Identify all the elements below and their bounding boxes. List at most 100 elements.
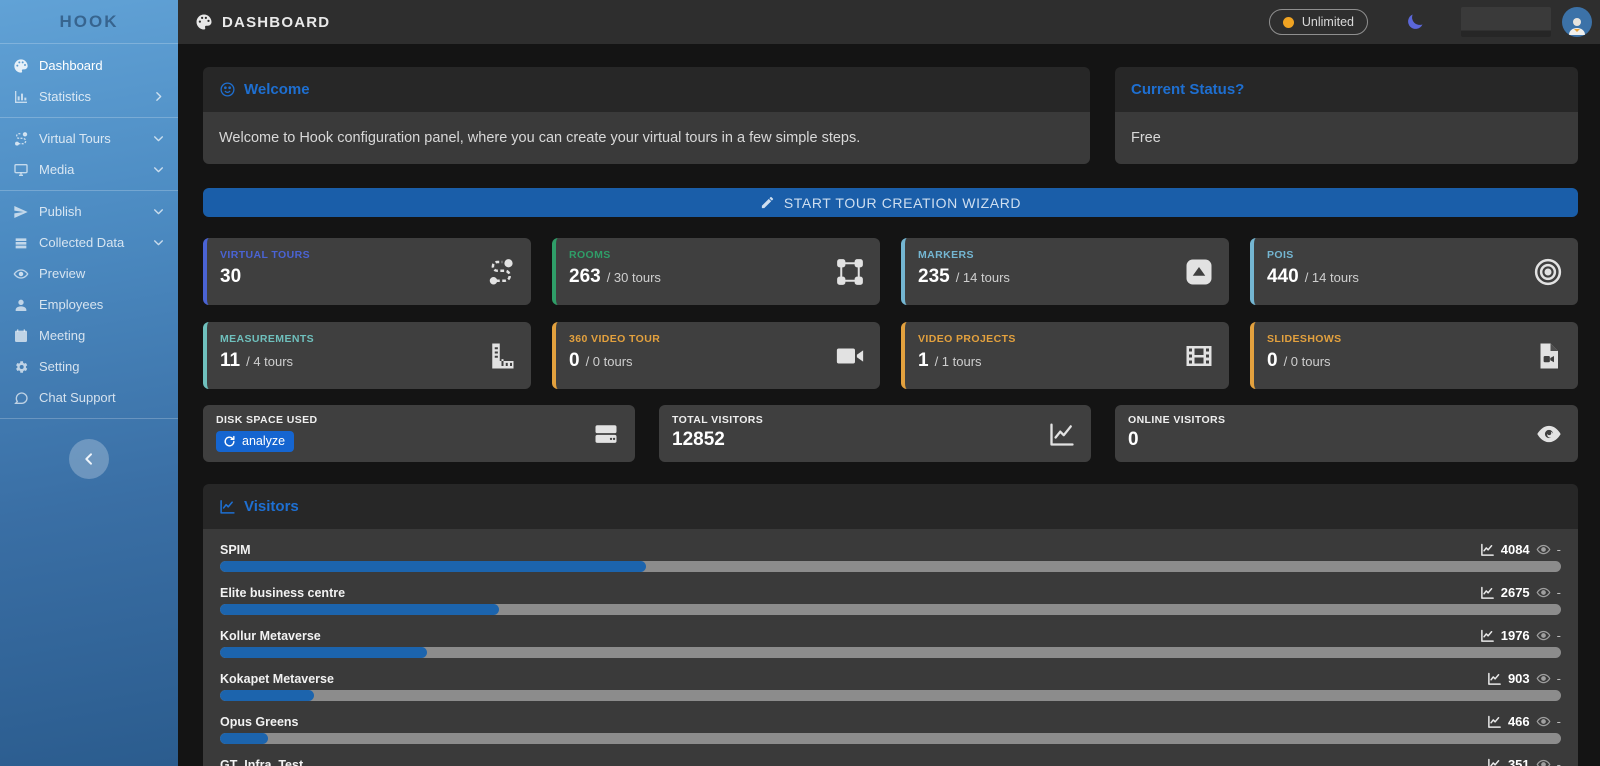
sidebar-item-setting[interactable]: Setting — [0, 351, 178, 382]
sidebar-item-label: Collected Data — [39, 235, 124, 250]
stat-label: SLIDESHOWS — [1267, 333, 1532, 345]
eye-icon[interactable] — [1536, 714, 1551, 729]
stat-value: 1 — [918, 350, 929, 372]
visitor-dash: - — [1557, 757, 1561, 766]
disk-space-label: DISK SPACE USED — [216, 414, 589, 426]
calendar-icon — [13, 328, 29, 344]
sidebar-item-label: Preview — [39, 266, 85, 281]
sidebar-item-label: Setting — [39, 359, 79, 374]
stat-suffix: / 1 tours — [935, 354, 982, 369]
visitor-bar-fill — [220, 647, 427, 658]
chart-line-icon[interactable] — [1480, 628, 1495, 643]
start-tour-wizard-button[interactable]: START TOUR CREATION WIZARD — [203, 188, 1578, 217]
chevron-down-icon — [152, 236, 165, 249]
stat-card-rooms: ROOMS 263/ 30 tours — [552, 238, 880, 305]
start-tour-wizard-label: START TOUR CREATION WIZARD — [784, 195, 1021, 211]
eye-icon[interactable] — [1536, 757, 1551, 766]
eye-icon[interactable] — [1536, 585, 1551, 600]
chart-line-icon[interactable] — [1480, 542, 1495, 557]
chart-line-icon[interactable] — [1487, 757, 1502, 766]
visitor-label: Kokapet Metaverse — [220, 672, 334, 686]
total-visitors-value: 12852 — [672, 429, 1045, 451]
stat-value: 263 — [569, 266, 601, 288]
chevron-right-icon — [152, 90, 165, 103]
corners-icon — [835, 257, 865, 287]
eye-icon[interactable] — [1536, 671, 1551, 686]
chart-line-icon[interactable] — [1480, 585, 1495, 600]
current-status-card: Current Status? Free — [1115, 67, 1578, 164]
stat-value: 30 — [220, 266, 241, 288]
analyze-button-label: analyze — [242, 434, 285, 448]
main-content: Welcome Welcome to Hook configuration pa… — [178, 44, 1600, 766]
welcome-card-title: Welcome — [244, 81, 310, 98]
sidebar-item-meeting[interactable]: Meeting — [0, 320, 178, 351]
eye-icon[interactable] — [1536, 628, 1551, 643]
stat-suffix: / 14 tours — [1305, 270, 1359, 285]
sidebar-item-preview[interactable]: Preview — [0, 258, 178, 289]
chevron-down-icon — [152, 163, 165, 176]
sidebar-item-label: Publish — [39, 204, 82, 219]
welcome-card-text: Welcome to Hook configuration panel, whe… — [203, 112, 1090, 164]
visitor-row: Elite business centre 2675 - — [220, 585, 1561, 615]
sidebar-item-publish[interactable]: Publish — [0, 196, 178, 227]
status-card-value: Free — [1115, 112, 1578, 164]
visitor-bar-track — [220, 647, 1561, 658]
visitor-label: GT_Infra_Test — [220, 758, 303, 766]
plan-badge-label: Unlimited — [1302, 15, 1354, 29]
sidebar: HOOK Dashboard Statistics Virtual Tours … — [0, 0, 178, 766]
chevron-down-icon — [152, 205, 165, 218]
redacted-user-block — [1461, 7, 1551, 37]
visitor-row: Kollur Metaverse 1976 - — [220, 628, 1561, 658]
visitors-card: Visitors SPIM 4084 - Elite business cen — [203, 484, 1578, 766]
visitor-row: Opus Greens 466 - — [220, 714, 1561, 744]
sidebar-item-statistics[interactable]: Statistics — [0, 81, 178, 112]
chart-line-icon — [1048, 420, 1076, 448]
visitor-bar-track — [220, 690, 1561, 701]
stat-suffix: / 0 tours — [586, 354, 633, 369]
plan-badge[interactable]: Unlimited — [1269, 9, 1368, 35]
visitor-value: 4084 — [1501, 542, 1530, 557]
menu-divider — [0, 418, 178, 419]
sidebar-collapse-button[interactable] — [69, 439, 109, 479]
sidebar-item-employees[interactable]: Employees — [0, 289, 178, 320]
visitor-bar-track — [220, 733, 1561, 744]
chart-line-icon[interactable] — [1487, 671, 1502, 686]
stat-label: POIS — [1267, 249, 1532, 261]
visitor-bar-track — [220, 561, 1561, 572]
menu-divider — [0, 117, 178, 118]
visitor-value: 903 — [1508, 671, 1530, 686]
stat-card-virtual-tours: VIRTUAL TOURS 30 — [203, 238, 531, 305]
stat-value: 440 — [1267, 266, 1299, 288]
bar-chart-icon — [13, 89, 29, 105]
online-visitors-card: ONLINE VISITORS 0 — [1115, 405, 1578, 462]
sidebar-item-label: Media — [39, 162, 74, 177]
refresh-icon — [223, 435, 236, 448]
avatar[interactable] — [1562, 7, 1592, 37]
stat-card-360-video-tour: 360 VIDEO TOUR 0/ 0 tours — [552, 322, 880, 389]
visitor-value: 2675 — [1501, 585, 1530, 600]
stat-label: ROOMS — [569, 249, 834, 261]
dark-mode-moon-icon[interactable] — [1405, 12, 1425, 32]
sidebar-item-label: Virtual Tours — [39, 131, 111, 146]
chart-line-icon — [219, 498, 236, 515]
disk-space-card: DISK SPACE USED analyze — [203, 405, 635, 462]
stat-label: 360 VIDEO TOUR — [569, 333, 834, 345]
sidebar-item-chat-support[interactable]: Chat Support — [0, 382, 178, 413]
visitor-value: 1976 — [1501, 628, 1530, 643]
visitor-bar-fill — [220, 733, 268, 744]
sidebar-item-media[interactable]: Media — [0, 154, 178, 185]
sidebar-menu: Dashboard Statistics Virtual Tours Media… — [0, 44, 178, 479]
sidebar-item-collected-data[interactable]: Collected Data — [0, 227, 178, 258]
status-card-title: Current Status? — [1131, 81, 1244, 98]
chevron-down-icon — [152, 132, 165, 145]
visitor-dash: - — [1557, 585, 1561, 600]
sidebar-item-dashboard[interactable]: Dashboard — [0, 50, 178, 81]
eye-icon[interactable] — [1536, 542, 1551, 557]
chart-line-icon[interactable] — [1487, 714, 1502, 729]
sidebar-item-label: Meeting — [39, 328, 85, 343]
stack-icon — [13, 235, 29, 251]
analyze-button[interactable]: analyze — [216, 431, 294, 452]
visitors-card-title: Visitors — [244, 498, 299, 515]
monitor-icon — [13, 162, 29, 178]
sidebar-item-virtual-tours[interactable]: Virtual Tours — [0, 123, 178, 154]
